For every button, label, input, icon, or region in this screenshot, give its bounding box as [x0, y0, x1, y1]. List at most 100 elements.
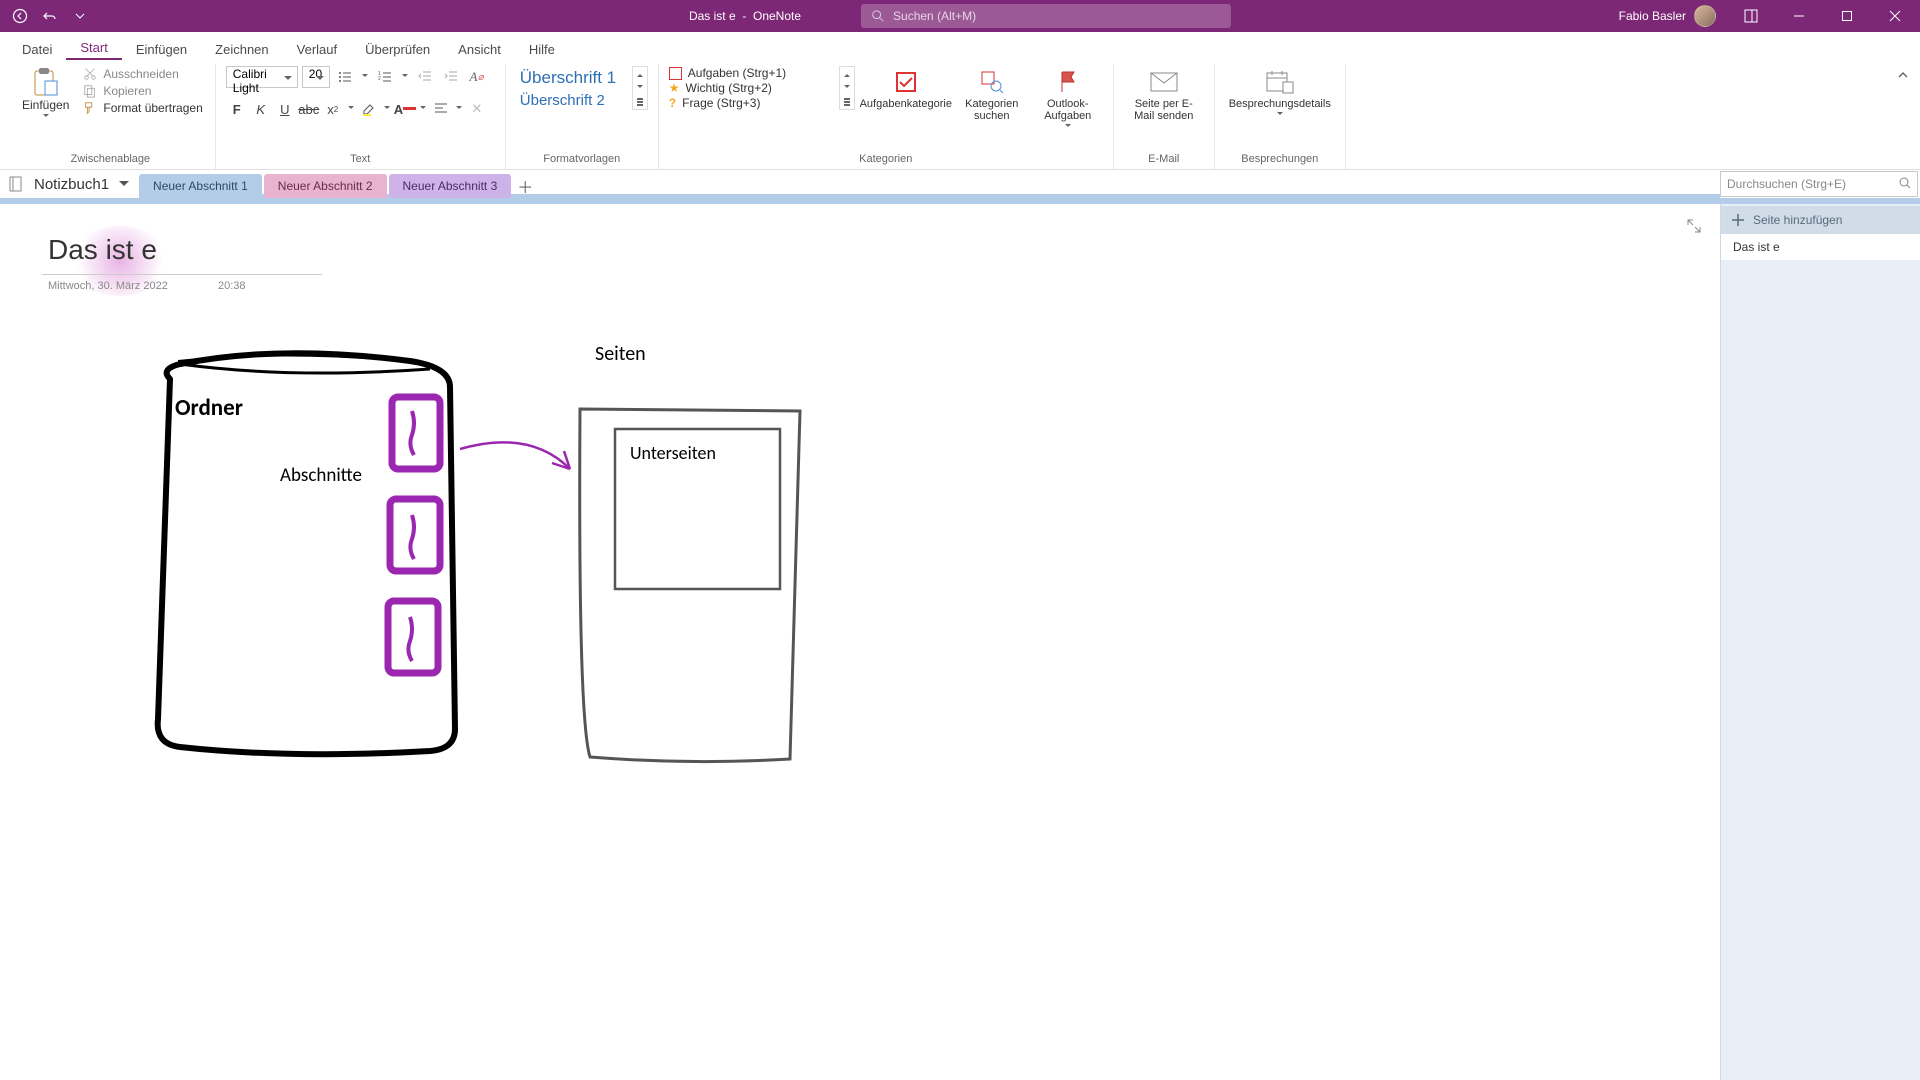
notes-pane-icon[interactable]: [1728, 0, 1774, 32]
outdent-button[interactable]: [414, 66, 436, 88]
collapse-ribbon-button[interactable]: [1896, 68, 1910, 87]
add-page-button[interactable]: Seite hinzufügen: [1721, 206, 1920, 234]
tab-hilfe[interactable]: Hilfe: [515, 38, 569, 60]
minimize-button[interactable]: [1776, 0, 1822, 32]
search-input[interactable]: Suchen (Alt+M): [861, 4, 1231, 28]
strikethrough-button[interactable]: abc: [298, 98, 320, 120]
tag-search-icon: [978, 68, 1006, 96]
search-categories-button[interactable]: Kategorien suchen: [957, 66, 1027, 124]
question-icon: ?: [669, 96, 676, 110]
add-section-button[interactable]: ＋: [513, 174, 537, 198]
titlebar: Das ist e - OneNote Suchen (Alt+M) Fabio…: [0, 0, 1920, 32]
cut-button[interactable]: Ausschneiden: [81, 66, 204, 82]
section-tab-2[interactable]: Neuer Abschnitt 2: [264, 174, 387, 198]
svg-text:2: 2: [378, 76, 381, 82]
section-tabs: Neuer Abschnitt 1 Neuer Abschnitt 2 Neue…: [139, 170, 1720, 198]
page-date: Mittwoch, 30. März 2022: [48, 280, 168, 292]
page-title[interactable]: Das ist e: [48, 234, 157, 266]
envelope-icon: [1150, 68, 1178, 96]
tab-verlauf[interactable]: Verlauf: [283, 38, 351, 60]
notebook-icon[interactable]: [0, 170, 32, 198]
style-heading2[interactable]: Überschrift 2: [516, 90, 626, 111]
numbering-button[interactable]: 12: [374, 66, 396, 88]
main: Das ist e Mittwoch, 30. März 2022 20:38: [0, 204, 1920, 1080]
tab-ueberpruefen[interactable]: Überprüfen: [351, 38, 444, 60]
checkbox-icon: [892, 68, 920, 96]
task-category-button[interactable]: Aufgabenkategorie: [861, 66, 951, 112]
tag-question[interactable]: ?Frage (Strg+3): [669, 96, 839, 110]
section-tab-1[interactable]: Neuer Abschnitt 1: [139, 174, 262, 198]
tab-zeichnen[interactable]: Zeichnen: [201, 38, 282, 60]
window-title: Das ist e - OneNote: [689, 9, 801, 23]
email-page-button[interactable]: Seite per E-Mail senden: [1124, 66, 1204, 124]
group-label: Kategorien: [669, 151, 1103, 169]
indent-button[interactable]: [440, 66, 462, 88]
section-tab-3[interactable]: Neuer Abschnitt 3: [389, 174, 512, 198]
delete-button[interactable]: ✕: [466, 98, 488, 120]
group-label: Zwischenablage: [16, 151, 205, 169]
paste-button[interactable]: Einfügen: [16, 66, 75, 122]
qat-customize[interactable]: [66, 2, 94, 30]
ink-label-unterseiten: Unterseiten: [630, 442, 716, 464]
ribbon-tabs: Datei Start Einfügen Zeichnen Verlauf Üb…: [0, 32, 1920, 60]
clear-formatting-button[interactable]: A⊘: [466, 66, 488, 88]
style-heading1[interactable]: Überschrift 1: [516, 66, 626, 90]
ribbon: Einfügen Ausschneiden Kopieren Format üb…: [0, 60, 1920, 170]
highlight-button[interactable]: [358, 98, 380, 120]
notebook-select[interactable]: Notizbuch1: [32, 170, 139, 198]
back-button[interactable]: [6, 2, 34, 30]
chevron-down-icon: [115, 176, 129, 193]
expand-icon[interactable]: [1686, 218, 1702, 239]
account-button[interactable]: Fabio Basler: [1609, 0, 1726, 32]
group-label: E-Mail: [1124, 151, 1204, 169]
flag-icon: [1054, 68, 1082, 96]
styles-gallery[interactable]: Überschrift 1 Überschrift 2: [516, 66, 626, 111]
page-canvas[interactable]: Das ist e Mittwoch, 30. März 2022 20:38: [0, 204, 1720, 1080]
undo-button[interactable]: [36, 2, 64, 30]
tags-more[interactable]: [839, 66, 855, 110]
group-email: Seite per E-Mail senden E-Mail: [1114, 64, 1215, 169]
maximize-button[interactable]: [1824, 0, 1870, 32]
group-meetings: Besprechungsdetails Besprechungen: [1215, 64, 1346, 169]
copy-icon: [83, 84, 97, 98]
tag-important[interactable]: ★Wichtig (Strg+2): [669, 81, 839, 95]
search-icon: [871, 9, 885, 23]
font-size-select[interactable]: 20: [302, 66, 330, 88]
page-search-input[interactable]: Durchsuchen (Strg+E): [1720, 171, 1918, 197]
ink-label-abschnitte: Abschnitte: [280, 464, 362, 487]
calendar-icon: [1266, 68, 1294, 96]
group-label: Besprechungen: [1225, 151, 1335, 169]
format-painter-button[interactable]: Format übertragen: [81, 100, 204, 116]
bold-button[interactable]: F: [226, 98, 248, 120]
tab-ansicht[interactable]: Ansicht: [444, 38, 515, 60]
user-name: Fabio Basler: [1619, 9, 1686, 23]
clipboard-icon: [32, 68, 60, 96]
meeting-details-button[interactable]: Besprechungsdetails: [1225, 66, 1335, 120]
page-time: 20:38: [218, 280, 246, 292]
plus-icon: [1731, 213, 1745, 227]
subscript-button[interactable]: x2: [322, 98, 344, 120]
group-styles: Überschrift 1 Überschrift 2 Formatvorlag…: [506, 64, 659, 169]
tag-task[interactable]: Aufgaben (Strg+1): [669, 66, 839, 80]
avatar: [1694, 5, 1716, 27]
align-button[interactable]: [430, 98, 452, 120]
bullets-button[interactable]: [334, 66, 356, 88]
page-list-item[interactable]: Das ist e: [1721, 234, 1920, 261]
paintbrush-icon: [83, 101, 97, 115]
group-label: Text: [226, 151, 495, 169]
tab-start[interactable]: Start: [66, 36, 121, 60]
italic-button[interactable]: K: [250, 98, 272, 120]
outlook-tasks-button[interactable]: Outlook-Aufgaben: [1033, 66, 1103, 132]
scissors-icon: [83, 67, 97, 81]
font-name-select[interactable]: Calibri Light: [226, 66, 298, 88]
tab-einfuegen[interactable]: Einfügen: [122, 38, 201, 60]
copy-button[interactable]: Kopieren: [81, 83, 204, 99]
font-color-button[interactable]: A: [394, 98, 416, 120]
notebook-bar: Notizbuch1 Neuer Abschnitt 1 Neuer Absch…: [0, 170, 1920, 198]
styles-more[interactable]: [632, 66, 648, 110]
close-button[interactable]: [1872, 0, 1918, 32]
tab-datei[interactable]: Datei: [8, 38, 66, 60]
underline-button[interactable]: U: [274, 98, 296, 120]
ink-label-ordner: Ordner: [175, 394, 243, 422]
group-clipboard: Einfügen Ausschneiden Kopieren Format üb…: [6, 64, 216, 169]
